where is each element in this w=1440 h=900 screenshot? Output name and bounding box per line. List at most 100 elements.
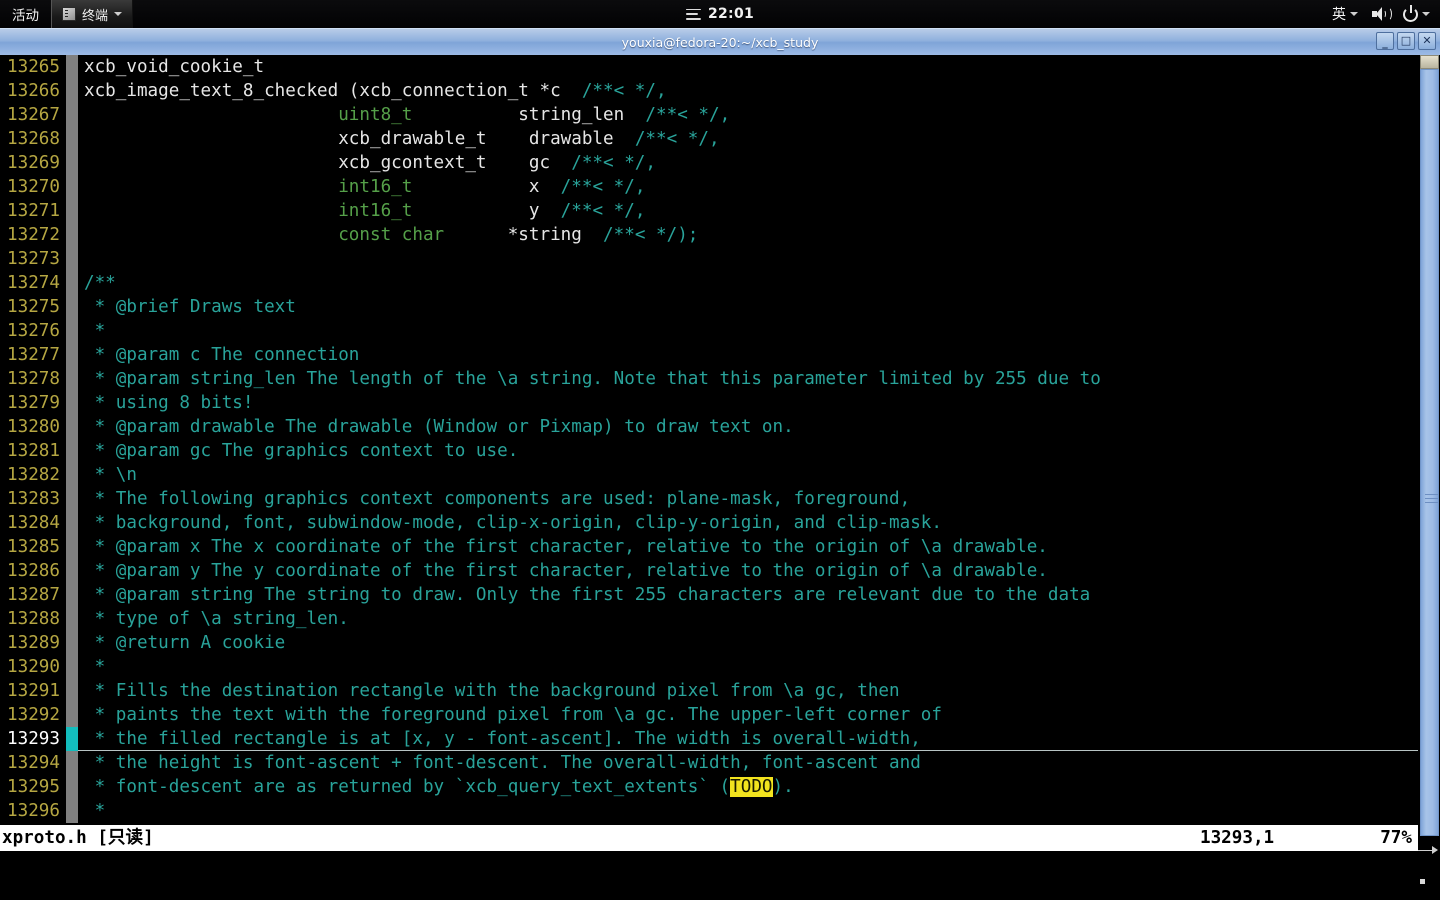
line-content[interactable]: int16_t y /**< */, [78, 199, 1418, 223]
editor-line[interactable]: 13276 * [0, 319, 1418, 343]
editor-line[interactable]: 13282 * \n [0, 463, 1418, 487]
editor-line[interactable]: 13278 * @param string_len The length of … [0, 367, 1418, 391]
line-content[interactable]: * @param x The x coordinate of the first… [78, 535, 1418, 559]
line-content[interactable] [78, 247, 1418, 271]
fold-column [66, 295, 78, 319]
comment-text: * @param x The x coordinate of the first… [84, 537, 1048, 557]
line-content[interactable]: int16_t x /**< */, [78, 175, 1418, 199]
editor-line[interactable]: 13285 * @param x The x coordinate of the… [0, 535, 1418, 559]
line-content[interactable]: xcb_void_cookie_t [78, 55, 1418, 79]
editor-line[interactable]: 13273 [0, 247, 1418, 271]
line-content[interactable]: xcb_gcontext_t gc /**< */, [78, 151, 1418, 175]
editor-line[interactable]: 13272 const char *string /**< */); [0, 223, 1418, 247]
input-method-menu[interactable]: 英 [1330, 0, 1360, 28]
line-content[interactable]: * @return A cookie [78, 631, 1418, 655]
editor-line[interactable]: 13266 xcb_image_text_8_checked (xcb_conne… [0, 79, 1418, 103]
app-menu-terminal[interactable]: 终端 [51, 0, 134, 28]
editor-line[interactable]: 13295 * font-descent are as returned by … [0, 775, 1418, 799]
line-number: 13271 [7, 201, 60, 221]
scrollbar-top-cap[interactable] [1420, 55, 1439, 69]
code-text: xcb_gcontext_t gc [84, 153, 572, 173]
editor-line[interactable]: 13294 * the height is font-ascent + font… [0, 751, 1418, 775]
line-content[interactable]: * @param c The connection [78, 343, 1418, 367]
editor-line[interactable]: 13288 * type of \a string_len. [0, 607, 1418, 631]
line-content[interactable]: * @param string The string to draw. Only… [78, 583, 1418, 607]
editor-line[interactable]: 13280 * @param drawable The drawable (Wi… [0, 415, 1418, 439]
fold-column [66, 367, 78, 391]
minimize-button[interactable]: _ [1376, 32, 1394, 50]
line-content[interactable]: const char *string /**< */); [78, 223, 1418, 247]
line-content[interactable]: * using 8 bits! [78, 391, 1418, 415]
line-content[interactable]: xcb_drawable_t drawable /**< */, [78, 127, 1418, 151]
line-content[interactable]: * background, font, subwindow-mode, clip… [78, 511, 1418, 535]
line-content[interactable]: * the filled rectangle is at [x, y - fon… [78, 727, 1418, 751]
line-content[interactable]: * @param drawable The drawable (Window o… [78, 415, 1418, 439]
fold-column [66, 751, 78, 775]
window-titlebar[interactable]: youxia@fedora-20:~/xcb_study _ □ ✕ [0, 28, 1440, 55]
comment-text: * paints the text with the foreground pi… [84, 705, 942, 725]
scrollbar-thumb[interactable] [1420, 69, 1439, 836]
line-number: 13296 [7, 801, 60, 821]
line-content[interactable]: * [78, 319, 1418, 343]
comment-text: * type of \a string_len. [84, 609, 349, 629]
line-content[interactable]: * \n [78, 463, 1418, 487]
close-button[interactable]: ✕ [1418, 32, 1436, 50]
comment-text: * @param gc The graphics context to use. [84, 441, 519, 461]
editor-line[interactable]: 13269 xcb_gcontext_t gc /**< */, [0, 151, 1418, 175]
clock-menu[interactable]: 22:01 [685, 6, 755, 22]
system-menu[interactable] [1401, 0, 1432, 28]
comment-text: * @param c The connection [84, 345, 360, 365]
line-content[interactable]: * @param y The y coordinate of the first… [78, 559, 1418, 583]
comment-text: * [84, 321, 106, 341]
line-content[interactable]: * type of \a string_len. [78, 607, 1418, 631]
volume-button[interactable] [1370, 0, 1392, 28]
editor-line[interactable]: 13275 * @brief Draws text [0, 295, 1418, 319]
editor-line[interactable]: 13293 * the filled rectangle is at [x, y… [0, 727, 1418, 751]
comment-text: * Fills the destination rectangle with t… [84, 681, 900, 701]
editor-line[interactable]: 13271 int16_t y /**< */, [0, 199, 1418, 223]
terminal-scrollbar[interactable] [1418, 55, 1440, 900]
editor-line[interactable]: 13284 * background, font, subwindow-mode… [0, 511, 1418, 535]
editor-line[interactable]: 13287 * @param string The string to draw… [0, 583, 1418, 607]
chevron-down-icon [114, 12, 123, 16]
editor-line[interactable]: 13274 /** [0, 271, 1418, 295]
line-content[interactable]: xcb_image_text_8_checked (xcb_connection… [78, 79, 1418, 103]
editor-line[interactable]: 13281 * @param gc The graphics context t… [0, 439, 1418, 463]
editor-line[interactable]: 13290 * [0, 655, 1418, 679]
editor-line[interactable]: 13268 xcb_drawable_t drawable /**< */, [0, 127, 1418, 151]
line-content[interactable]: * @brief Draws text [78, 295, 1418, 319]
editor-line[interactable]: 13277 * @param c The connection [0, 343, 1418, 367]
line-content[interactable]: * @param gc The graphics context to use. [78, 439, 1418, 463]
editor-line[interactable]: 13286 * @param y The y coordinate of the… [0, 559, 1418, 583]
terminal-window[interactable]: 13265 xcb_void_cookie_t 13266 xcb_image_tex… [0, 55, 1440, 900]
editor-line[interactable]: 13296 * [0, 799, 1418, 823]
speaker-icon [1372, 7, 1392, 21]
editor-line[interactable]: 13292 * paints the text with the foregro… [0, 703, 1418, 727]
line-content[interactable]: * [78, 655, 1418, 679]
line-number: 13288 [7, 609, 60, 629]
line-content[interactable]: * [78, 799, 1418, 823]
line-number: 13275 [7, 297, 60, 317]
clock-label: 22:01 [707, 6, 755, 22]
line-content[interactable]: uint8_t string_len /**< */, [78, 103, 1418, 127]
line-content[interactable]: * font-descent are as returned by `xcb_q… [78, 775, 1418, 799]
maximize-button[interactable]: □ [1397, 32, 1415, 50]
chevron-down-icon [1422, 12, 1430, 16]
editor-line[interactable]: 13267 uint8_t string_len /**< */, [0, 103, 1418, 127]
editor-line[interactable]: 13270 int16_t x /**< */, [0, 175, 1418, 199]
editor-line[interactable]: 13265 xcb_void_cookie_t [0, 55, 1418, 79]
code-text: *string [444, 225, 604, 245]
line-content[interactable]: * @param string_len The length of the \a… [78, 367, 1418, 391]
line-content[interactable]: /** [78, 271, 1418, 295]
editor-line[interactable]: 13279 * using 8 bits! [0, 391, 1418, 415]
editor-line[interactable]: 13283 * The following graphics context c… [0, 487, 1418, 511]
line-content[interactable]: * The following graphics context compone… [78, 487, 1418, 511]
vim-text-area[interactable]: 13265 xcb_void_cookie_t 13266 xcb_image_tex… [0, 55, 1418, 825]
line-content[interactable]: * the height is font-ascent + font-desce… [78, 751, 1418, 775]
activities-button[interactable]: 活动 [0, 0, 51, 28]
editor-line[interactable]: 13291 * Fills the destination rectangle … [0, 679, 1418, 703]
line-content[interactable]: * paints the text with the foreground pi… [78, 703, 1418, 727]
line-content[interactable]: * Fills the destination rectangle with t… [78, 679, 1418, 703]
editor-line[interactable]: 13289 * @return A cookie [0, 631, 1418, 655]
